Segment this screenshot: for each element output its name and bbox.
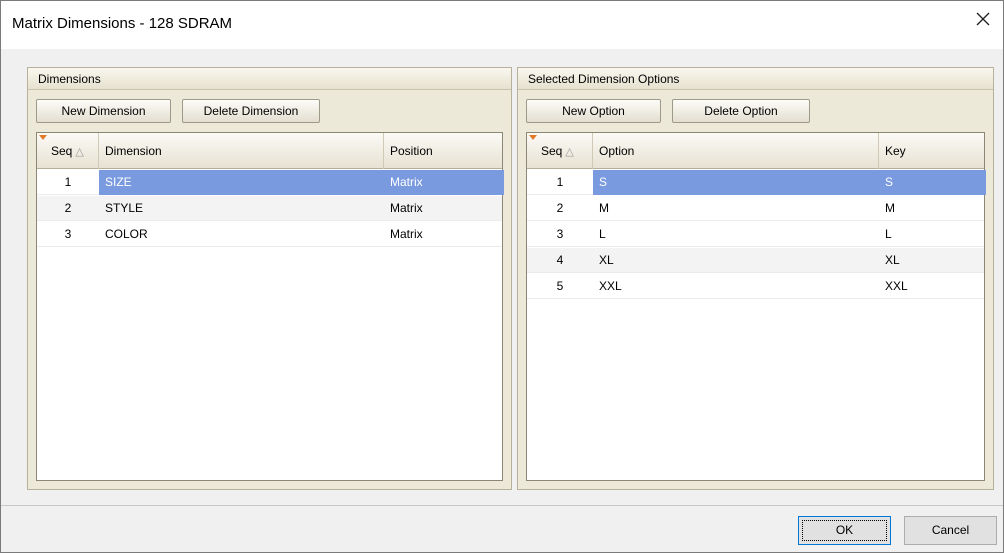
dimensions-panel: Dimensions New Dimension Delete Dimensio… <box>27 67 512 490</box>
table-row[interactable]: 2 STYLE Matrix <box>37 196 502 221</box>
table-row[interactable]: 1 S S <box>527 170 986 195</box>
row-seq: 2 <box>556 201 564 215</box>
new-dimension-button[interactable]: New Dimension <box>36 99 171 123</box>
column-header-seq-label: Seq <box>541 144 563 158</box>
close-x-glyph <box>976 12 990 26</box>
focus-rectangle <box>802 520 887 541</box>
dialog-window: Matrix Dimensions - 128 SDRAM Dimensions… <box>0 0 1004 553</box>
row-seq: 2 <box>64 201 72 215</box>
column-header-seq[interactable]: Seq △ <box>37 133 99 169</box>
row-seq: 4 <box>556 253 564 267</box>
new-option-button[interactable]: New Option <box>526 99 661 123</box>
row-key[interactable]: L <box>879 222 986 247</box>
sort-ascending-icon: △ <box>75 146 84 158</box>
table-row[interactable]: 3 COLOR Matrix <box>37 222 502 247</box>
row-seq: 3 <box>556 227 564 241</box>
row-option[interactable]: S <box>593 170 879 195</box>
ok-button[interactable]: OK <box>798 516 891 545</box>
footer-divider <box>1 505 1003 506</box>
options-grid-header: Seq △ Option Key <box>527 133 984 169</box>
row-key[interactable]: XL <box>879 248 986 273</box>
options-grid: Seq △ Option Key 1 S S 2 M M 3 L L 4 XL … <box>526 132 986 481</box>
row-position[interactable]: Matrix <box>384 196 504 221</box>
row-dimension[interactable]: SIZE <box>99 170 384 195</box>
table-row[interactable]: 2 M M <box>527 196 984 221</box>
dimensions-grid: Seq △ Dimension Position 1 SIZE Matrix 2 … <box>36 132 504 481</box>
options-panel-header: Selected Dimension Options <box>518 68 993 90</box>
window-title: Matrix Dimensions - 128 SDRAM <box>12 15 233 32</box>
close-icon[interactable] <box>963 1 1003 41</box>
row-key[interactable]: M <box>879 196 986 221</box>
column-header-position[interactable]: Position <box>384 133 504 169</box>
row-key[interactable]: XXL <box>879 274 986 299</box>
options-panel: Selected Dimension Options New Option De… <box>517 67 994 490</box>
dimensions-grid-header: Seq △ Dimension Position <box>37 133 502 169</box>
table-row[interactable]: 4 XL XL <box>527 248 984 273</box>
row-option[interactable]: XL <box>593 248 879 273</box>
row-option[interactable]: L <box>593 222 879 247</box>
row-dimension[interactable]: COLOR <box>99 222 384 247</box>
table-row[interactable]: 1 SIZE Matrix <box>37 170 504 195</box>
row-seq: 1 <box>64 175 72 189</box>
dimensions-panel-header: Dimensions <box>28 68 511 90</box>
row-seq: 5 <box>556 279 564 293</box>
column-header-option[interactable]: Option <box>593 133 879 169</box>
row-option[interactable]: M <box>593 196 879 221</box>
row-position[interactable]: Matrix <box>384 170 504 195</box>
delete-dimension-button[interactable]: Delete Dimension <box>182 99 320 123</box>
column-header-seq-label: Seq <box>51 144 73 158</box>
row-dimension[interactable]: STYLE <box>99 196 384 221</box>
row-seq: 3 <box>64 227 72 241</box>
column-header-key[interactable]: Key <box>879 133 986 169</box>
column-header-seq[interactable]: Seq △ <box>527 133 593 169</box>
row-seq: 1 <box>556 175 564 189</box>
row-position[interactable]: Matrix <box>384 222 504 247</box>
title-bar: Matrix Dimensions - 128 SDRAM <box>1 1 1003 49</box>
delete-option-button[interactable]: Delete Option <box>672 99 810 123</box>
sort-ascending-icon: △ <box>565 146 574 158</box>
cancel-button[interactable]: Cancel <box>904 516 997 545</box>
table-row[interactable]: 5 XXL XXL <box>527 274 984 299</box>
column-header-dimension[interactable]: Dimension <box>99 133 384 169</box>
table-row[interactable]: 3 L L <box>527 222 984 247</box>
row-key[interactable]: S <box>879 170 986 195</box>
row-option[interactable]: XXL <box>593 274 879 299</box>
